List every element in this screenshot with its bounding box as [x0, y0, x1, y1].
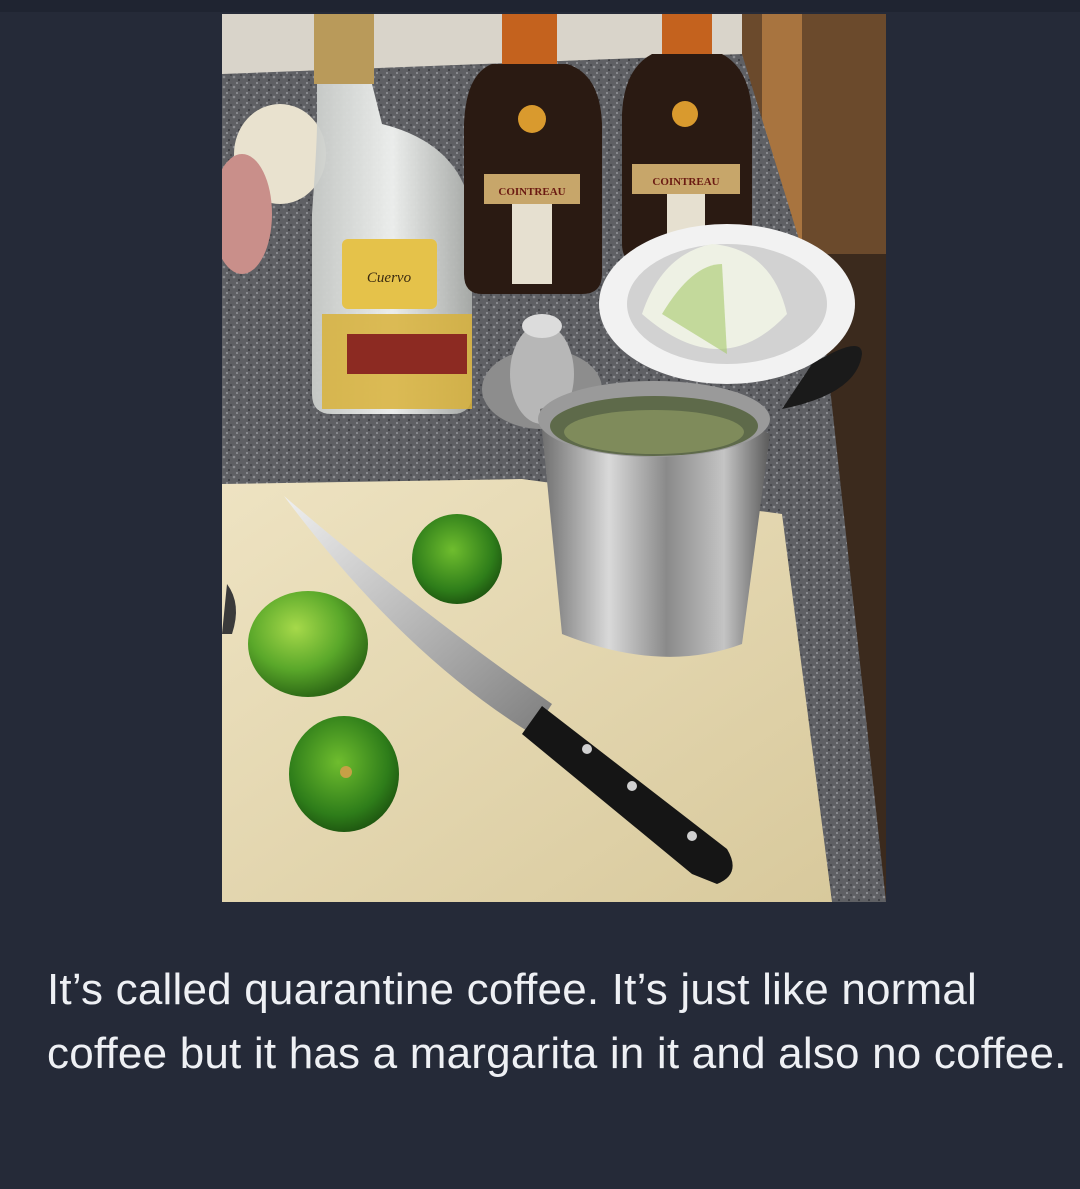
- post-photo[interactable]: Cuervo COINTREAU COINTREAU: [222, 14, 886, 902]
- liqueur-label-right: COINTREAU: [652, 176, 719, 188]
- kitchen-scene-illustration: Cuervo COINTREAU COINTREAU: [222, 14, 886, 902]
- lime-top: [412, 514, 502, 604]
- top-band: [0, 0, 1080, 12]
- cocktail-shaker: [538, 381, 770, 657]
- post-caption: It’s called quarantine coffee. It’s just…: [47, 965, 1067, 1078]
- liqueur-label-left: COINTREAU: [498, 186, 565, 198]
- tequila-label: Cuervo: [367, 270, 412, 286]
- post-container: Cuervo COINTREAU COINTREAU It’s called q…: [0, 0, 1080, 1189]
- lime-left: [248, 591, 368, 697]
